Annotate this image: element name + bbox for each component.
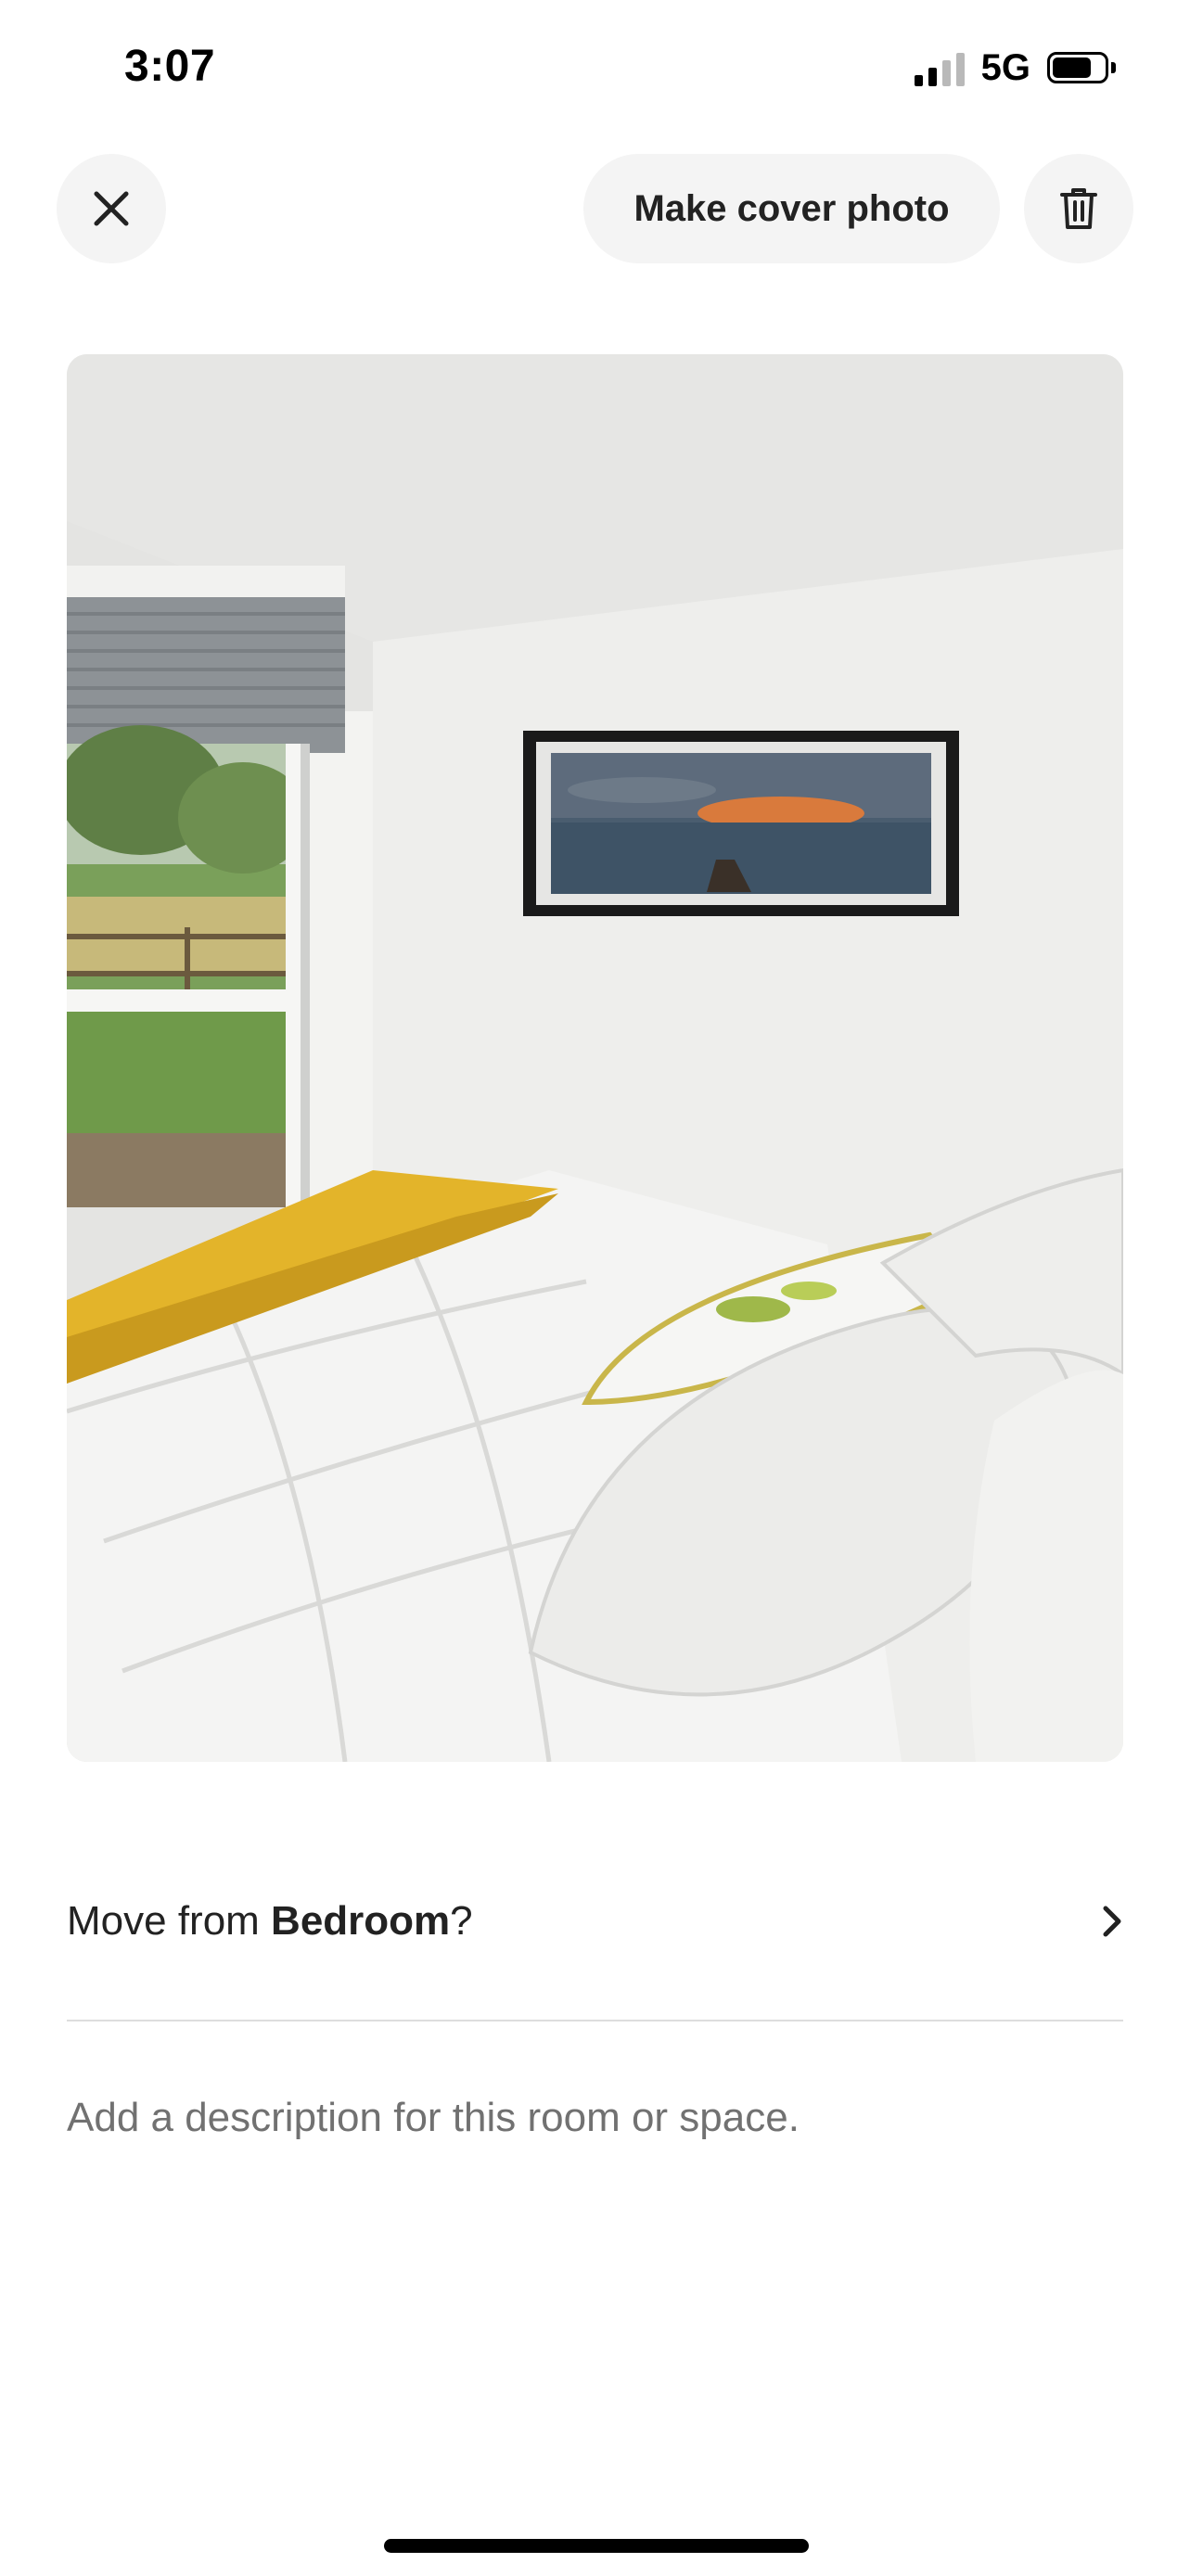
move-prefix: Move from (67, 1898, 272, 1944)
delete-button[interactable] (1024, 154, 1133, 263)
chevron-right-icon (1103, 1906, 1121, 1937)
trash-icon (1060, 188, 1097, 229)
network-type: 5G (980, 46, 1030, 88)
make-cover-photo-button[interactable]: Make cover photo (583, 154, 1000, 263)
battery-icon (1047, 52, 1116, 83)
description-input[interactable] (67, 2073, 1123, 2162)
close-button[interactable] (57, 154, 166, 263)
bedroom-photo (67, 354, 1123, 1762)
listing-photo (67, 354, 1123, 1762)
close-icon (94, 191, 129, 226)
home-indicator (384, 2539, 809, 2553)
signal-icon (914, 49, 965, 86)
room-name: Bedroom (271, 1898, 451, 1944)
status-time: 3:07 (124, 42, 216, 91)
move-from-room-row[interactable]: Move from Bedroom? (67, 1877, 1123, 1966)
divider (67, 2020, 1123, 2021)
move-suffix: ? (450, 1898, 473, 1944)
status-indicators: 5G (914, 45, 1116, 91)
move-from-room-text: Move from Bedroom? (67, 1898, 473, 1945)
